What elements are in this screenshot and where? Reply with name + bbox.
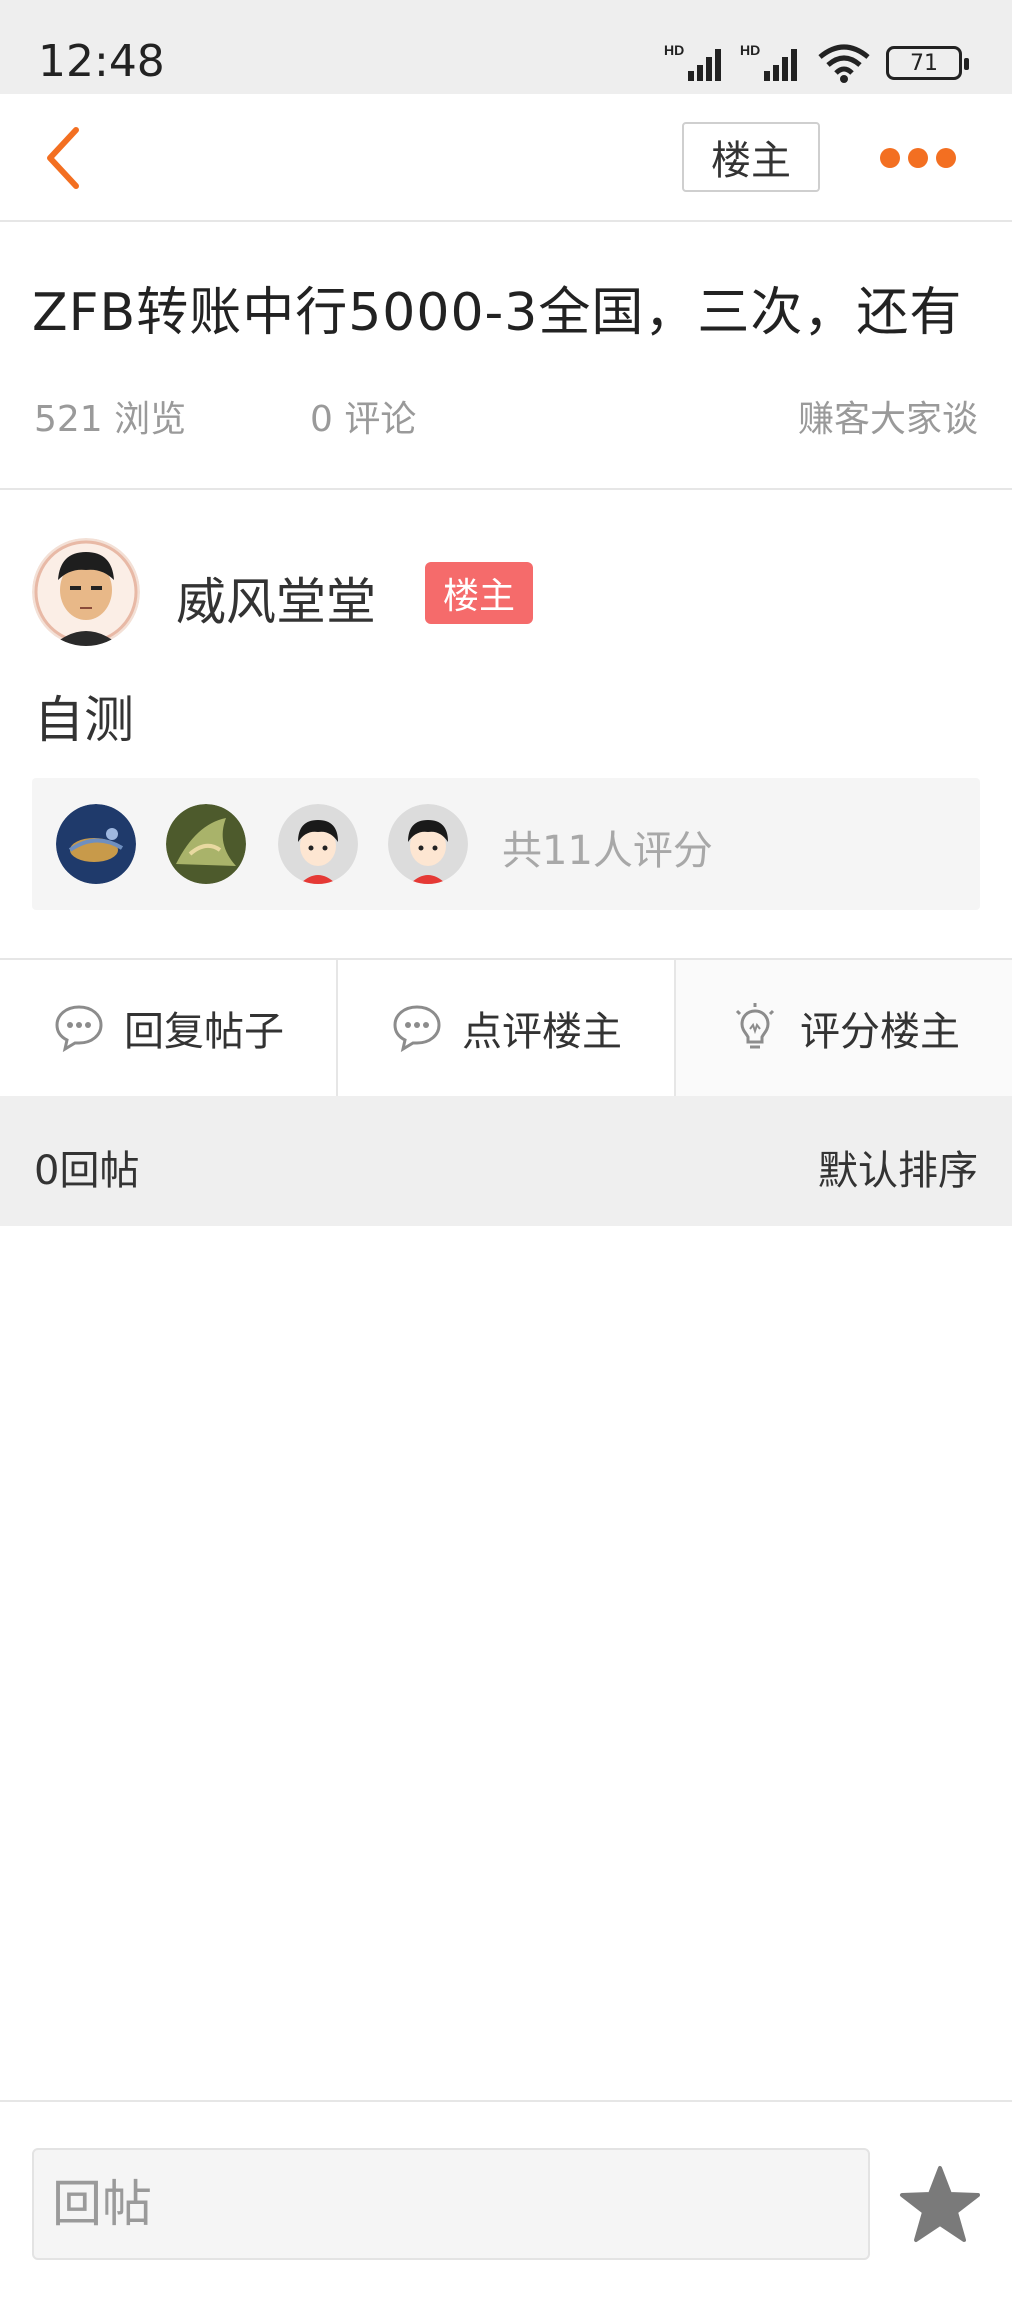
status-time: 12:48 xyxy=(38,36,165,87)
rater-avatar-2[interactable] xyxy=(166,804,246,884)
author-name[interactable]: 威风堂堂 xyxy=(176,562,376,634)
comment-count: 0 评论 xyxy=(310,399,417,440)
rater-avatar-3[interactable] xyxy=(278,804,358,884)
post-actions: 回复帖子 点评楼主 评分楼主 xyxy=(0,958,1012,1096)
comment-op-button[interactable]: 点评楼主 xyxy=(338,960,676,1096)
author-avatar[interactable] xyxy=(32,538,140,646)
hd-label-1: HD xyxy=(664,42,684,58)
battery-level: 71 xyxy=(910,50,938,76)
favorite-button[interactable] xyxy=(898,2164,982,2248)
top-nav: 楼主 xyxy=(0,94,1012,222)
cell-signal-icon: HD xyxy=(740,42,797,81)
rating-box[interactable]: 共11人评分 xyxy=(32,778,980,910)
default-avatar-image xyxy=(278,804,358,884)
post-meta: 521 浏览 0 评论 赚客大家谈 xyxy=(0,390,1012,440)
action-label: 点评楼主 xyxy=(462,1009,622,1055)
reply-count: 0回帖 xyxy=(34,1148,140,1194)
rater-avatar-image xyxy=(166,804,246,884)
reply-input[interactable] xyxy=(32,2148,870,2260)
wifi-icon xyxy=(818,44,870,83)
view-count: 521 浏览 xyxy=(34,399,187,440)
more-dots-icon xyxy=(880,148,900,168)
only-op-button[interactable]: 楼主 xyxy=(682,122,820,192)
rating-summary: 共11人评分 xyxy=(502,828,713,874)
rater-avatar-4[interactable] xyxy=(388,804,468,884)
rate-op-button[interactable]: 评分楼主 xyxy=(676,960,1012,1096)
sort-button[interactable]: 默认排序 xyxy=(818,1138,978,1196)
rater-avatar-1[interactable] xyxy=(56,804,136,884)
cell-signal-icon: HD xyxy=(664,42,721,81)
reply-header: 0回帖 默认排序 xyxy=(0,1096,1012,1226)
status-bar: 12:48 HD HD 71 xyxy=(0,0,1012,94)
reply-post-button[interactable]: 回复帖子 xyxy=(0,960,338,1096)
forum-link[interactable]: 赚客大家谈 xyxy=(798,390,978,442)
chevron-left-icon xyxy=(47,127,79,189)
divider xyxy=(0,488,1012,490)
more-dots-icon xyxy=(936,148,956,168)
more-button[interactable] xyxy=(880,134,956,182)
speech-bubble-icon xyxy=(55,1005,103,1053)
post-title: ZFB转账中行5000-3全国，三次，还有 xyxy=(32,283,963,343)
bottom-bar xyxy=(0,2100,1012,2305)
action-label: 回复帖子 xyxy=(124,1009,284,1055)
hd-label-2: HD xyxy=(740,42,760,58)
more-dots-icon xyxy=(908,148,928,168)
default-avatar-image xyxy=(388,804,468,884)
lightbulb-icon xyxy=(735,1003,775,1049)
rater-avatar-image xyxy=(56,804,136,884)
status-icons: HD HD 71 xyxy=(664,38,969,88)
speech-bubble-icon xyxy=(393,1005,441,1053)
back-button[interactable] xyxy=(34,120,94,196)
action-label: 评分楼主 xyxy=(800,1009,960,1055)
op-badge: 楼主 xyxy=(425,562,533,624)
star-icon xyxy=(900,2166,980,2242)
battery-indicator: 71 xyxy=(886,46,969,80)
post-content: 自测 xyxy=(34,691,134,749)
author-avatar-image xyxy=(32,538,140,646)
